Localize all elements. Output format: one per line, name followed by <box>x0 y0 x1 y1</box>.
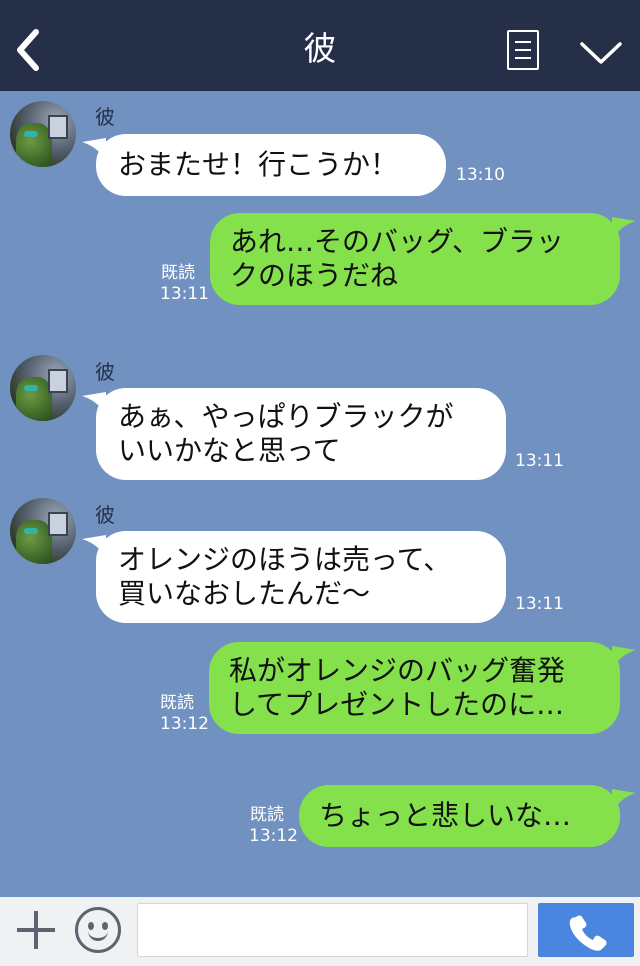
call-button[interactable] <box>538 903 634 957</box>
message-bubble[interactable]: おまたせ！行こうか！ <box>82 134 446 196</box>
chat-header: 彼 <box>0 0 640 91</box>
sender-name: 彼 <box>95 105 115 129</box>
message-text-line: してプレゼントしたのに… <box>229 688 565 721</box>
message-text-line: 私がオレンジのバッグ奮発 <box>229 654 566 687</box>
smiley-icon[interactable] <box>75 907 121 953</box>
message-text-line: クのほうだね <box>230 259 399 292</box>
plus-icon[interactable] <box>15 909 57 951</box>
message-bubble[interactable]: ちょっと悲しいな… <box>299 785 636 847</box>
avatar[interactable] <box>10 101 76 167</box>
message-bubble[interactable]: あぁ、やっぱりブラックが いいかなと思って <box>82 388 506 480</box>
message-time: 13:12 <box>249 826 298 846</box>
chat-title: 彼 <box>303 29 337 68</box>
sender-name: 彼 <box>95 503 115 527</box>
input-bar <box>0 897 640 966</box>
message-text-line: 買いなおしたんだ〜 <box>118 577 371 610</box>
message-time: 13:11 <box>515 594 564 614</box>
phone-icon <box>569 915 607 951</box>
chevron-down-icon <box>580 42 622 64</box>
message-time: 13:12 <box>160 714 209 734</box>
message-bubble[interactable]: 私がオレンジのバッグ奮発 してプレゼントしたのに… <box>209 642 636 734</box>
sender-name: 彼 <box>95 360 115 384</box>
note-list-icon <box>515 41 531 43</box>
message-text-line: あれ…そのバッグ、ブラッ <box>230 225 565 258</box>
message-text-line: オレンジのほうは売って、 <box>118 543 452 576</box>
message-time: 13:11 <box>160 284 209 304</box>
collapse-button[interactable] <box>578 38 624 68</box>
message-time: 13:11 <box>515 451 564 471</box>
avatar[interactable] <box>10 355 76 421</box>
message-text: おまたせ！行こうか！ <box>118 148 399 181</box>
menu-button[interactable] <box>507 30 539 70</box>
avatar[interactable] <box>10 498 76 564</box>
message-text-line: あぁ、やっぱりブラックが <box>118 400 454 433</box>
read-receipt: 既読 <box>161 263 195 283</box>
read-receipt: 既読 <box>160 693 194 713</box>
message-bubble[interactable]: あれ…そのバッグ、ブラッ クのほうだね <box>210 213 636 305</box>
read-receipt: 既読 <box>250 805 284 825</box>
chat-area[interactable]: 彼 おまたせ！行こうか！ 13:10 既読 13:11 あれ…そのバッグ、ブラッ… <box>0 91 640 897</box>
message-bubble[interactable]: オレンジのほうは売って、 買いなおしたんだ〜 <box>82 531 506 623</box>
message-text-line: いいかなと思って <box>118 434 341 467</box>
message-time: 13:10 <box>456 165 505 185</box>
message-input[interactable] <box>137 903 528 957</box>
message-text: ちょっと悲しいな… <box>319 799 572 832</box>
